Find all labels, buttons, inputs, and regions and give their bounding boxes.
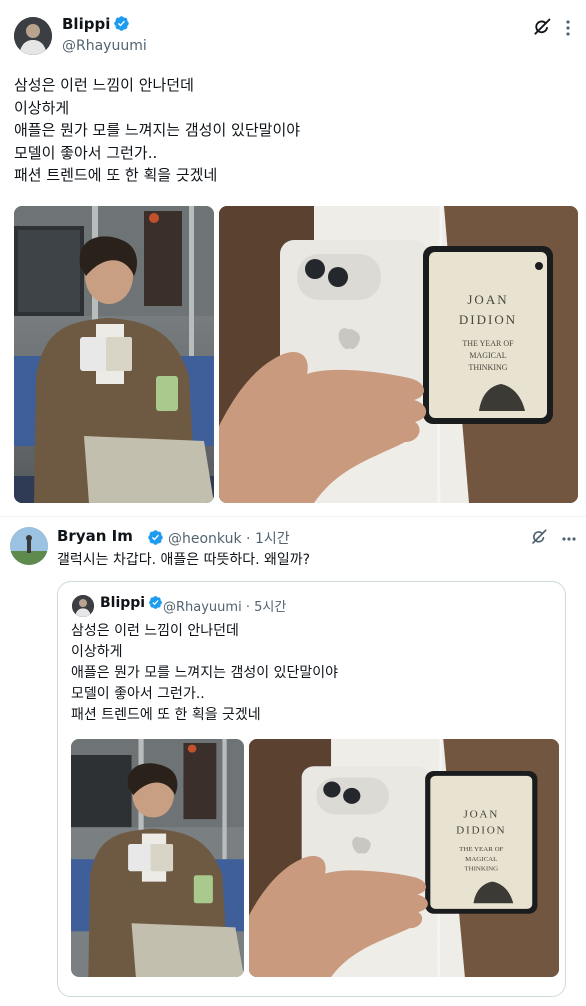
quote-author-name: Blippi xyxy=(100,595,163,614)
more-icon[interactable] xyxy=(562,531,576,550)
quote-handle-text: @Rhayuumi xyxy=(163,600,242,615)
verified-badge-icon xyxy=(148,595,163,614)
author-name-text: Blippi xyxy=(62,15,111,33)
grok-icon[interactable] xyxy=(532,17,552,41)
author-avatar[interactable] xyxy=(14,17,52,55)
quote-text: 삼성은 이런 느낌이 안나던데 이상하게 애플은 뭔가 모를 느껴지는 갬성이 … xyxy=(71,623,338,723)
post-image-subway[interactable] xyxy=(14,206,214,503)
post-text: 삼성은 이런 느낌이 안나던데 이상하게 애플은 뭔가 모를 느껴지는 갬성이 … xyxy=(14,76,301,184)
reply-author-name[interactable]: Bryan Im xyxy=(57,527,133,545)
original-post: Blippi @Rhayuumi 삼성은 이런 느낌이 안나던데 이상하게 애플… xyxy=(0,0,586,515)
book-title-line4: MAGICAL xyxy=(469,351,506,360)
reply-handle-text: @heonkuk xyxy=(168,531,242,547)
grok-icon[interactable] xyxy=(530,528,548,550)
book-title-line5: THINKING xyxy=(468,363,507,372)
book-title-line3: THE YEAR OF xyxy=(459,846,504,853)
quote-author-name-text: Blippi xyxy=(100,595,146,611)
quote-author-avatar xyxy=(72,595,94,617)
reply-time[interactable]: · 1시간 xyxy=(246,531,290,547)
book-title-line4: MAGICAL xyxy=(465,856,497,863)
quote-image-phone[interactable]: JOAN DIDION THE YEAR OF MAGICAL THINKING xyxy=(249,739,559,977)
verified-badge-icon xyxy=(113,15,130,36)
book-title-line5: THINKING xyxy=(464,866,498,873)
quote-author-handle: @Rhayuumi · 5시간 xyxy=(163,596,286,615)
book-title-line1: JOAN xyxy=(463,809,499,821)
book-title-line3: THE YEAR OF xyxy=(462,339,514,348)
verified-badge-icon xyxy=(147,529,164,550)
book-title-line1: JOAN xyxy=(467,292,508,307)
more-icon[interactable] xyxy=(561,20,575,40)
post-image-phone[interactable]: JOAN DIDION THE YEAR OF MAGICAL THINKING xyxy=(219,206,578,503)
reply-author-avatar[interactable] xyxy=(10,527,48,565)
quote-image-subway[interactable] xyxy=(71,739,244,977)
quoted-post[interactable]: Blippi @Rhayuumi · 5시간 삼성은 이런 느낌이 안나던데 이… xyxy=(57,581,566,997)
book-title-line2: DIDION xyxy=(459,312,517,327)
post-divider xyxy=(0,516,586,517)
book-title-line2: DIDION xyxy=(456,825,506,837)
quote-time: · 5시간 xyxy=(245,600,287,615)
reply-author-handle[interactable]: @heonkuk · 1시간 xyxy=(147,528,290,550)
author-name[interactable]: Blippi xyxy=(62,15,130,36)
reply-text: 갤럭시는 차갑다. 애플은 따뜻하다. 왜일까? xyxy=(57,552,311,568)
author-handle[interactable]: @Rhayuumi xyxy=(62,38,147,54)
